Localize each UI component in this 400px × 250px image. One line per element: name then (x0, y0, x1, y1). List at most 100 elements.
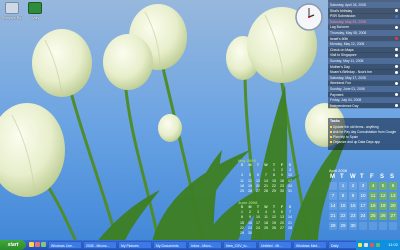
month-calendar-day[interactable]: 28 (329, 222, 337, 230)
calendar-day[interactable]: 7 (286, 210, 294, 214)
calendar-day[interactable]: 20 (254, 184, 262, 188)
task-item[interactable]: Update the old items - anything (330, 125, 379, 129)
calendar-day[interactable]: 5 (270, 210, 278, 214)
quick-launch-icon[interactable] (29, 242, 34, 247)
calendar-day[interactable]: 28 (262, 189, 270, 193)
taskbar-window-button[interactable]: My Pictures (118, 241, 152, 249)
month-calendar-day[interactable] (379, 222, 387, 230)
month-calendar-day[interactable]: 18 (369, 202, 377, 210)
calendar-day[interactable]: 10 (254, 215, 262, 219)
month-calendar-day[interactable]: 1 (339, 182, 347, 190)
calendar-day[interactable]: 30 (246, 231, 254, 235)
month-calendar-day[interactable]: 13 (389, 192, 397, 200)
calendar-day[interactable]: 25 (262, 226, 270, 230)
calendar-day[interactable]: 12 (270, 215, 278, 219)
month-calendar-day[interactable]: 16 (349, 202, 357, 210)
taskbar-window-button[interactable]: New_CSV_to... (223, 241, 257, 249)
taskbar-window-button[interactable]: My Documents (153, 241, 187, 249)
quick-launch-icon[interactable] (41, 242, 46, 247)
month-calendar-day[interactable]: 6 (389, 182, 397, 190)
month-calendar-day[interactable]: 3 (359, 182, 367, 190)
calendar-day[interactable]: 14 (286, 215, 294, 219)
calendar-day[interactable]: 13 (254, 179, 262, 183)
calendar-day[interactable]: 24 (254, 226, 262, 230)
taskbar-window-button[interactable]: Windows Live... (48, 241, 82, 249)
calendar-day[interactable]: 16 (246, 221, 254, 225)
calendar-day[interactable]: 18 (262, 221, 270, 225)
month-calendar-day[interactable]: 26 (379, 212, 387, 220)
calendar-day[interactable]: 8 (270, 173, 278, 177)
calendar-day[interactable]: 27 (278, 226, 286, 230)
calendar-day[interactable]: 31 (286, 189, 294, 193)
calendar-day[interactable]: 25 (238, 189, 246, 193)
month-calendar-day[interactable]: 22 (339, 212, 347, 220)
calendar-day[interactable]: 27 (254, 189, 262, 193)
month-calendar-day[interactable]: 4 (369, 182, 377, 190)
calendar-day[interactable]: 4 (262, 210, 270, 214)
calendar-day[interactable]: 28 (286, 226, 294, 230)
month-calendar-day[interactable]: 12 (379, 192, 387, 200)
month-calendar-day[interactable] (369, 222, 377, 230)
calendar-day[interactable]: 19 (246, 184, 254, 188)
month-calendar-day[interactable] (389, 222, 397, 230)
calendar-day[interactable]: 9 (278, 173, 286, 177)
clock-gadget[interactable] (292, 2, 326, 32)
calendar-day[interactable]: 8 (238, 215, 246, 219)
month-calendar-day[interactable]: 17 (359, 202, 367, 210)
calendar-day[interactable]: 22 (270, 184, 278, 188)
calendar-day[interactable]: 1 (238, 210, 246, 214)
month-calendar-day[interactable]: 29 (339, 222, 347, 230)
calendar-day[interactable]: 29 (238, 231, 246, 235)
calendar-day[interactable]: 1 (270, 168, 278, 172)
month-calendar-day[interactable]: 8 (339, 192, 347, 200)
calendar-day[interactable]: 16 (278, 179, 286, 183)
calendar-day[interactable]: 11 (238, 179, 246, 183)
calendar-day[interactable]: 7 (262, 173, 270, 177)
calendar-day[interactable]: 19 (270, 221, 278, 225)
task-item[interactable]: Organize and up Data Days app (330, 140, 380, 144)
desktop-icon-recycle-bin[interactable]: Recycle Bin (1, 2, 23, 20)
month-calendar-day[interactable] (329, 182, 337, 190)
taskbar-window-button[interactable]: Inbox - Micro... (188, 241, 222, 249)
calendar-day[interactable]: 24 (286, 184, 294, 188)
calendar-day[interactable]: 15 (270, 179, 278, 183)
month-calendar-day[interactable]: 23 (349, 212, 357, 220)
month-calendar-day[interactable]: 15 (339, 202, 347, 210)
tray-antivirus-icon[interactable] (370, 243, 374, 247)
calendar-day[interactable]: 22 (238, 226, 246, 230)
calendar-day[interactable]: 29 (270, 189, 278, 193)
calendar-day[interactable]: 18 (238, 184, 246, 188)
tray-app-icon[interactable] (376, 243, 380, 247)
calendar-day[interactable]: 12 (246, 179, 254, 183)
calendar-day[interactable]: 9 (246, 215, 254, 219)
taskbar-window-button[interactable]: Untitled - Mi... (258, 241, 292, 249)
calendar-day[interactable]: 30 (278, 189, 286, 193)
event-item[interactable]: Independence Day (328, 102, 400, 109)
month-calendar-day[interactable]: 7 (329, 192, 337, 200)
tray-volume-icon[interactable] (364, 243, 368, 247)
taskbar-clock[interactable]: 11:02 (388, 240, 398, 250)
calendar-day[interactable]: 14 (262, 179, 270, 183)
month-calendar-day[interactable]: 24 (359, 212, 367, 220)
calendar-day[interactable]: 23 (246, 226, 254, 230)
calendar-day[interactable]: 3 (286, 168, 294, 172)
calendar-day[interactable]: 2 (246, 210, 254, 214)
calendar-day[interactable]: 10 (286, 173, 294, 177)
month-calendar-day[interactable]: 25 (369, 212, 377, 220)
start-button[interactable]: start (0, 240, 26, 250)
calendar-day[interactable]: 5 (246, 173, 254, 177)
month-calendar-day[interactable]: 19 (379, 202, 387, 210)
calendar-day[interactable]: 21 (262, 184, 270, 188)
calendar-day[interactable]: 13 (278, 215, 286, 219)
calendar-day[interactable]: 23 (278, 184, 286, 188)
month-calendar-day[interactable]: 30 (349, 222, 357, 230)
month-calendar-day[interactable]: 20 (389, 202, 397, 210)
calendar-day[interactable]: 2 (278, 168, 286, 172)
taskbar-window-button[interactable]: Windows Med... (293, 241, 327, 249)
month-calendar-day[interactable]: 9 (349, 192, 357, 200)
quick-launch-icon[interactable] (35, 242, 40, 247)
month-calendar-day[interactable]: 10 (359, 192, 367, 200)
desktop-icon-daily[interactable]: Daily (24, 2, 46, 20)
calendar-day[interactable]: 20 (278, 221, 286, 225)
calendar-day[interactable]: 3 (254, 210, 262, 214)
